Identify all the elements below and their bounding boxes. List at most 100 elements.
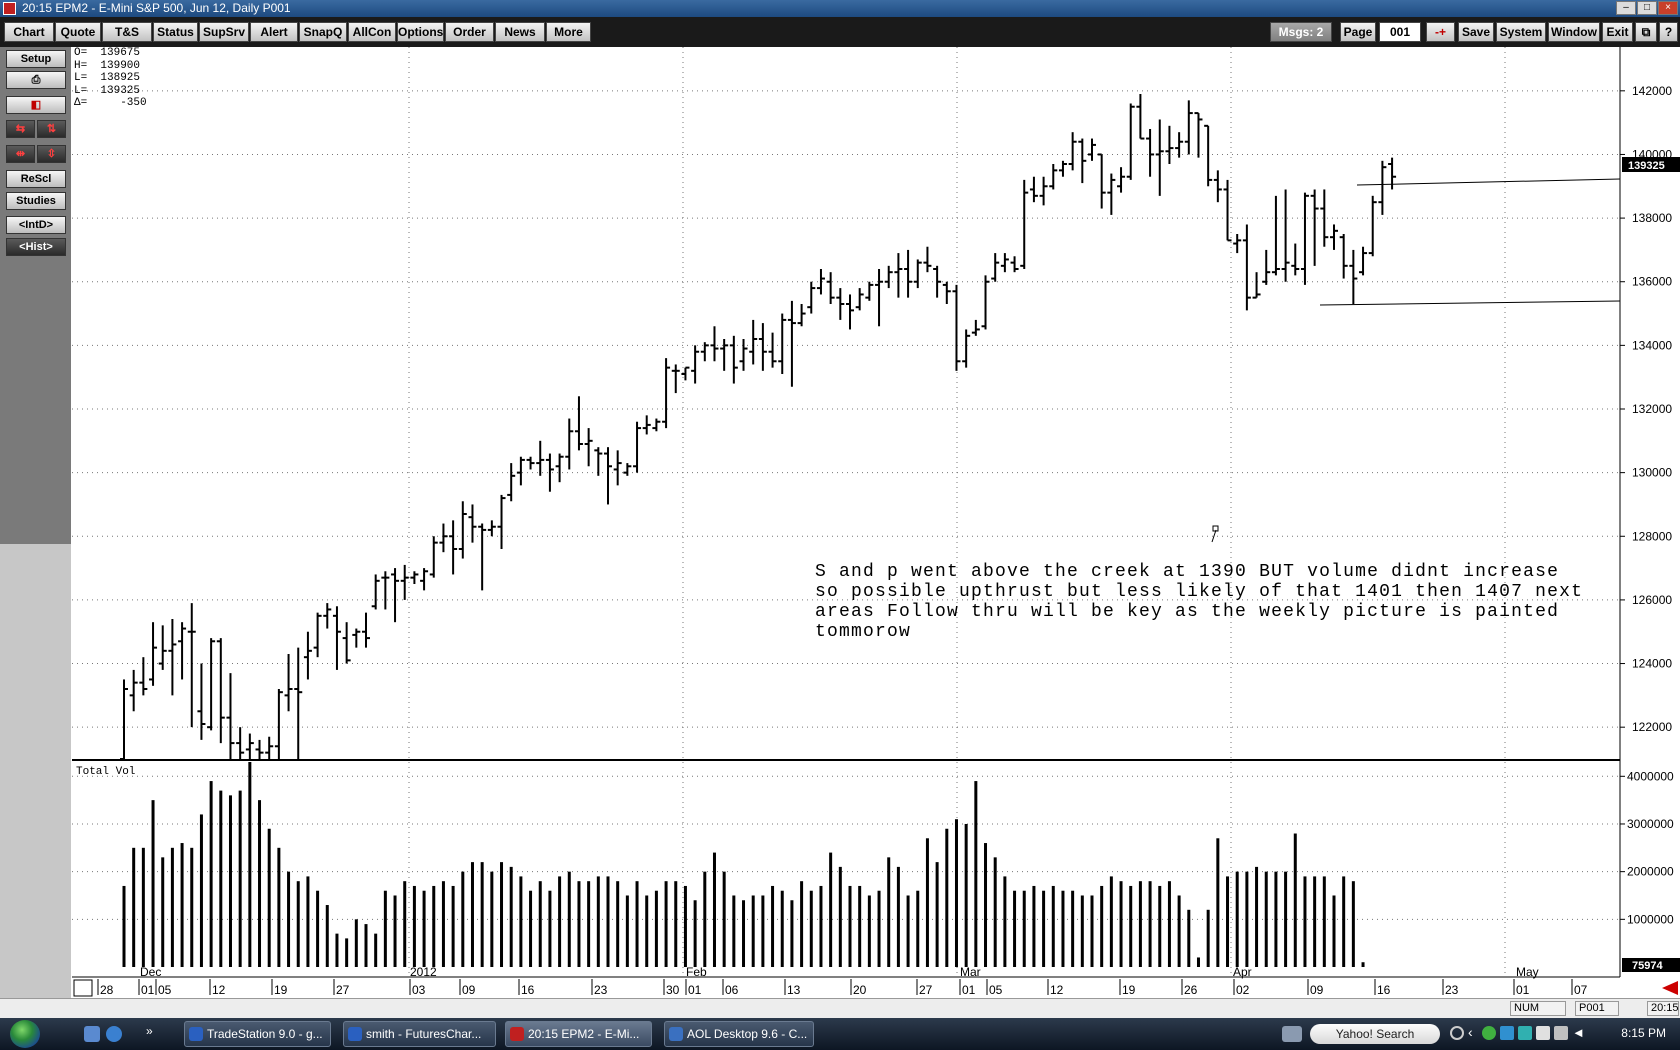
save-button[interactable]: Save: [1458, 22, 1494, 42]
volume-bar: [1061, 890, 1065, 967]
date-tick-label: 01: [1516, 983, 1530, 997]
volume-bar: [219, 790, 223, 967]
power-icon[interactable]: [1554, 1026, 1568, 1040]
date-tick-label: Dec: [140, 965, 161, 979]
snapq-button[interactable]: SnapQ: [299, 22, 347, 42]
more-button[interactable]: More: [546, 22, 591, 42]
tray-app-icon[interactable]: [1500, 1026, 1514, 1040]
hp-icon[interactable]: [1282, 1026, 1302, 1042]
task-tradestation[interactable]: TradeStation 9.0 - g...: [184, 1021, 331, 1047]
messages-button[interactable]: Msgs: 2: [1270, 22, 1332, 42]
volume-bar: [858, 885, 862, 967]
allcon-button[interactable]: AllCon: [348, 22, 396, 42]
task-chart-window[interactable]: 20:15 EPM2 - E-Mi...: [505, 1021, 652, 1047]
volume-bar: [141, 847, 145, 967]
volume-bar: [635, 881, 639, 967]
volume-bar: [664, 881, 668, 967]
magnifier-icon[interactable]: [1450, 1026, 1464, 1040]
left-scroll-icon[interactable]: ⇆: [6, 120, 35, 138]
vertical-zoom-icon[interactable]: ⇳: [37, 145, 66, 163]
scroll-box[interactable]: [73, 979, 93, 997]
page-step-button[interactable]: -+: [1426, 22, 1455, 42]
volume-bar: [228, 795, 232, 967]
status-page: P001: [1575, 1001, 1619, 1016]
options-button[interactable]: Options: [397, 22, 444, 42]
horizontal-zoom-icon[interactable]: ⇹: [6, 145, 35, 163]
volume-icon[interactable]: ◄: [1572, 1025, 1585, 1040]
volume-bar: [529, 890, 533, 967]
volume-bar: [577, 881, 581, 967]
chart-type-icon[interactable]: ◧: [6, 96, 66, 114]
volume-bar: [974, 781, 978, 967]
help-button[interactable]: ?: [1659, 22, 1678, 42]
status-button[interactable]: Status: [153, 22, 198, 42]
volume-bar: [1313, 876, 1317, 967]
tray-update-icon[interactable]: [1518, 1026, 1532, 1040]
volume-bar: [654, 890, 658, 967]
window-titlebar: 20:15 EPM2 - E-Mini S&P 500, Jun 12, Dai…: [0, 0, 1680, 17]
date-tick-label: 01: [962, 983, 976, 997]
printer-icon[interactable]: ⎙: [6, 71, 66, 89]
date-tick-label: 27: [919, 983, 933, 997]
setup-button[interactable]: Setup: [6, 50, 66, 68]
quick-launch-more-icon[interactable]: »: [146, 1024, 156, 1040]
exit-button[interactable]: Exit: [1602, 22, 1633, 42]
price-tick-label: 128000: [1632, 529, 1672, 543]
volume-bar: [1167, 881, 1171, 967]
task-aol-desktop[interactable]: AOL Desktop 9.6 - C...: [664, 1021, 814, 1047]
page-number-field[interactable]: 001: [1379, 22, 1421, 42]
chart-annotation[interactable]: S and p went above the creek at 1390 BUT…: [815, 562, 1595, 642]
quote-button[interactable]: Quote: [55, 22, 101, 42]
intraday-button[interactable]: <IntD>: [6, 216, 66, 234]
volume-bar: [1013, 890, 1017, 967]
rescale-button[interactable]: ReScl: [6, 170, 66, 188]
maximize-icon[interactable]: □: [1637, 1, 1657, 15]
price-tick-label: 126000: [1632, 593, 1672, 607]
yahoo-search-box[interactable]: Yahoo! Search: [1310, 1024, 1440, 1044]
minimize-icon[interactable]: –: [1616, 1, 1636, 15]
volume-bar: [1003, 876, 1007, 967]
volume-bar: [403, 881, 407, 967]
volume-bar: [1100, 885, 1104, 967]
order-button[interactable]: Order: [445, 22, 494, 42]
volume-bar: [180, 843, 184, 967]
vertical-scroll-icon[interactable]: ⇅: [37, 120, 66, 138]
task-futurescharts[interactable]: smith - FuturesChar...: [343, 1021, 496, 1047]
volume-bar: [132, 847, 136, 967]
price-chart[interactable]: 1220001240001260001280001300001320001340…: [72, 47, 1680, 998]
system-button[interactable]: System: [1496, 22, 1546, 42]
last-volume-badge: 75974: [1622, 958, 1680, 972]
main-toolbar: Chart Quote T&S Status SupSrv Alert Snap…: [0, 17, 1680, 47]
start-button-icon[interactable]: [10, 1020, 40, 1048]
close-icon[interactable]: ×: [1658, 1, 1678, 15]
ohlc-high: H= 139900: [74, 59, 141, 72]
history-button[interactable]: <Hist>: [6, 238, 66, 256]
volume-bar: [896, 866, 900, 967]
tray-chevron-icon[interactable]: ‹: [1468, 1024, 1473, 1040]
internet-explorer-icon[interactable]: [106, 1026, 122, 1042]
news-button[interactable]: News: [495, 22, 545, 42]
date-tick-label: 12: [212, 983, 226, 997]
date-tick-label: Feb: [686, 965, 707, 979]
studies-button[interactable]: Studies: [6, 192, 66, 210]
show-desktop-icon[interactable]: [84, 1026, 100, 1042]
chart-button[interactable]: Chart: [4, 22, 54, 42]
time-and-sales-button[interactable]: T&S: [102, 22, 152, 42]
last-price-badge: 139325: [1622, 157, 1680, 172]
price-tick-label: 124000: [1632, 657, 1672, 671]
window-button[interactable]: Window: [1548, 22, 1600, 42]
tray-device-icon[interactable]: [1536, 1026, 1550, 1040]
date-tick-label: 20: [853, 983, 867, 997]
alert-button[interactable]: Alert: [250, 22, 298, 42]
volume-bar: [838, 866, 842, 967]
last-price-label: 139325: [1628, 160, 1665, 172]
network-icon[interactable]: [1482, 1026, 1496, 1040]
restore-icon[interactable]: ⧉: [1635, 22, 1657, 42]
volume-bar: [925, 838, 929, 967]
volume-bar: [267, 828, 271, 967]
volume-bar: [616, 881, 620, 967]
chart-app-icon: [510, 1027, 524, 1041]
supsrv-button[interactable]: SupSrv: [199, 22, 249, 42]
volume-bar: [441, 881, 445, 967]
volume-bar: [819, 885, 823, 967]
